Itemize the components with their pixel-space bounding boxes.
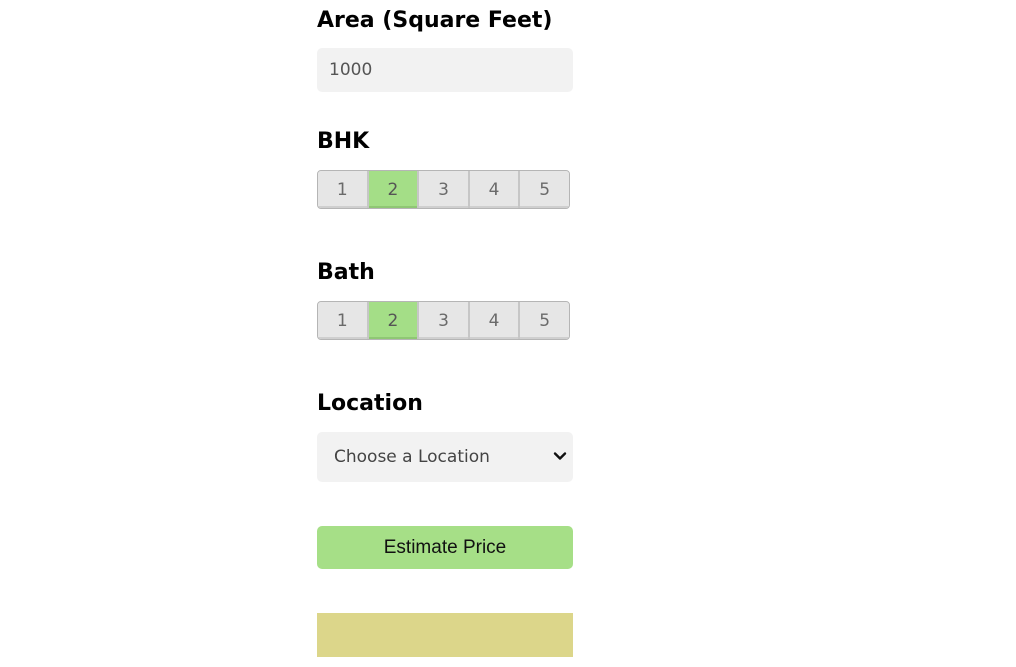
bath-option-3[interactable]: 3 (419, 302, 470, 339)
location-label: Location (317, 391, 423, 416)
bhk-selector: 1 2 3 4 5 (317, 170, 570, 209)
bhk-option-2[interactable]: 2 (368, 171, 420, 208)
bhk-label: BHK (317, 129, 370, 154)
bhk-option-5[interactable]: 5 (520, 171, 569, 208)
estimated-price-result (317, 613, 573, 657)
bhk-option-1[interactable]: 1 (318, 171, 369, 208)
bhk-option-4[interactable]: 4 (469, 171, 521, 208)
area-input[interactable] (317, 48, 573, 92)
bath-label: Bath (317, 260, 375, 285)
bath-option-1[interactable]: 1 (318, 302, 369, 339)
chevron-down-icon (553, 452, 567, 460)
bhk-option-3[interactable]: 3 (419, 171, 470, 208)
estimate-price-button[interactable]: Estimate Price (317, 526, 573, 569)
location-select[interactable]: Choose a Location (317, 432, 573, 482)
bath-option-5[interactable]: 5 (520, 302, 569, 339)
bath-option-4[interactable]: 4 (469, 302, 521, 339)
area-label: Area (Square Feet) (317, 8, 553, 33)
bath-option-2[interactable]: 2 (368, 302, 420, 339)
bath-selector: 1 2 3 4 5 (317, 301, 570, 340)
location-selected-value: Choose a Location (334, 447, 490, 467)
